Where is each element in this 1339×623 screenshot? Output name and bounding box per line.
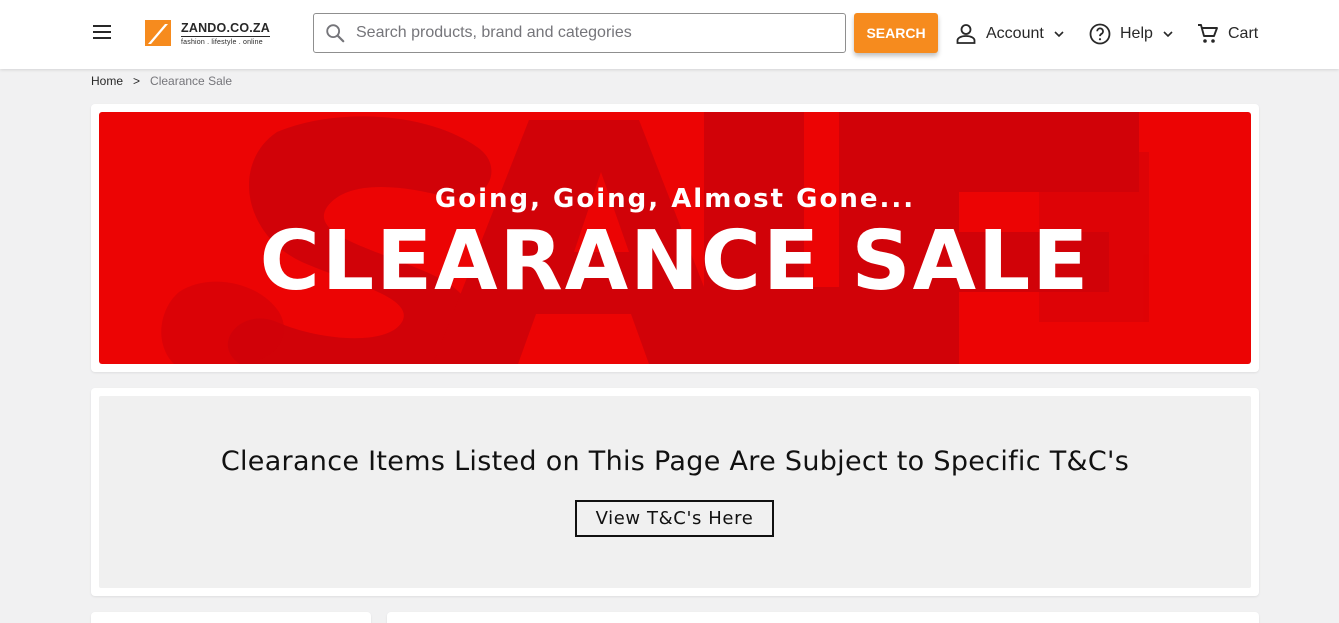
view-terms-button[interactable]: View T&C's Here [575,500,774,537]
cart-link[interactable]: Cart [1196,20,1258,48]
account-menu[interactable]: Account [954,20,1064,48]
logo-name: ZANDO.CO.ZA [181,20,270,37]
hamburger-menu-icon[interactable] [92,23,112,41]
site-header: ZANDO.CO.ZA fashion . lifestyle . online… [0,0,1339,69]
filter-panel [91,612,371,623]
user-icon [956,24,976,44]
banner-title: CLEARANCE SALE [259,214,1091,309]
question-circle-icon [1089,23,1111,45]
help-label: Help [1120,25,1153,42]
search-input[interactable] [356,24,826,42]
breadcrumb: Home > Clearance Sale [91,74,232,88]
banner-card: Going, Going, Almost Gone... CLEARANCE S… [91,104,1259,372]
banner-subtitle: Going, Going, Almost Gone... [434,184,916,214]
terms-card: Clearance Items Listed on This Page Are … [91,388,1259,596]
zando-logo-icon [145,20,171,46]
search-bar [313,13,846,53]
cart-label: Cart [1228,25,1259,42]
site-logo[interactable]: ZANDO.CO.ZA fashion . lifestyle . online [145,19,270,47]
clearance-sale-banner[interactable]: Going, Going, Almost Gone... CLEARANCE S… [99,112,1251,364]
breadcrumb-separator: > [133,74,141,88]
terms-notice: Clearance Items Listed on This Page Are … [220,446,1130,477]
search-icon [326,24,345,43]
help-menu[interactable]: Help [1088,20,1173,48]
logo-tagline: fashion . lifestyle . online [181,38,263,46]
search-button[interactable]: SEARCH [854,13,938,53]
chevron-down-icon [1163,31,1173,38]
product-listing-panel [387,612,1259,623]
account-label: Account [986,25,1044,42]
breadcrumb-current: Clearance Sale [150,74,233,88]
chevron-down-icon [1054,31,1064,38]
terms-box: Clearance Items Listed on This Page Are … [99,396,1251,588]
cart-icon [1198,24,1218,43]
breadcrumb-home-link[interactable]: Home [91,74,123,88]
